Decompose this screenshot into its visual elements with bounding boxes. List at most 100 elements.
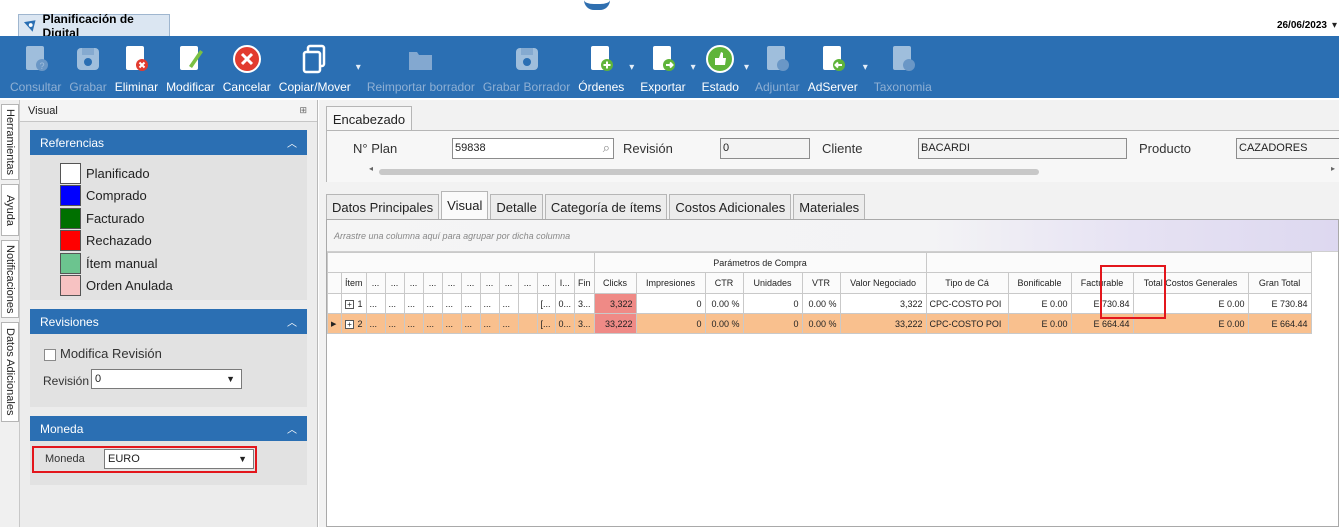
tab-datos-principales[interactable]: Datos Principales xyxy=(326,194,440,219)
column-header[interactable]: Clicks xyxy=(593,272,637,294)
column-header[interactable]: ... xyxy=(384,272,405,294)
side-tab-herramientas[interactable]: Herramientas xyxy=(1,104,19,180)
tab-categoría-de-ítems[interactable]: Categoría de ítems xyxy=(544,194,668,219)
tab-detalle[interactable]: Detalle xyxy=(490,194,543,219)
chevron-down-icon[interactable]: ▾ xyxy=(629,62,634,73)
tab-materiales[interactable]: Materiales xyxy=(793,194,866,219)
toolbar-button-copiar-mover[interactable]: Copiar/Mover ▾ xyxy=(275,36,361,98)
doc-attach-icon xyxy=(767,46,790,71)
referencias-header[interactable]: Referencias ︿ xyxy=(30,130,307,155)
tab-visual[interactable]: Visual xyxy=(441,191,489,219)
toolbar-button-adjuntar[interactable]: Adjuntar xyxy=(751,36,804,98)
scroll-left-icon[interactable]: ◂ xyxy=(369,164,373,173)
scrollbar-thumb[interactable] xyxy=(379,169,1039,175)
svg-text:?: ? xyxy=(39,61,44,71)
moneda-title: Moneda xyxy=(40,421,84,436)
column-header[interactable]: ... xyxy=(479,272,500,294)
left-panel-title: Visual xyxy=(28,104,58,117)
item-cell[interactable]: +2 xyxy=(341,313,367,334)
toolbar-button-grabar[interactable]: Grabar xyxy=(65,36,110,98)
legend-label: Planificado xyxy=(86,165,150,181)
column-header[interactable]: Unidades xyxy=(742,272,803,294)
item-cell[interactable]: +1 xyxy=(341,293,367,314)
tab-encabezado[interactable]: Encabezado xyxy=(326,106,412,131)
column-header[interactable]: ... xyxy=(441,272,462,294)
collapse-icon[interactable]: ︿ xyxy=(287,314,297,329)
toolbar-button-exportar[interactable]: Exportar ▾ xyxy=(636,36,696,98)
document-tab[interactable]: Planificación de Digital xyxy=(18,12,170,40)
search-icon[interactable]: ⌕ xyxy=(603,140,610,156)
column-header[interactable]: ... xyxy=(460,272,481,294)
item-number: 2 xyxy=(357,318,363,329)
nplan-label: N° Plan xyxy=(353,141,398,156)
toolbar-button-label: Adjuntar xyxy=(754,80,800,94)
column-header[interactable]: VTR xyxy=(801,272,841,294)
valor-negociado-cell: 3,322 xyxy=(839,293,927,314)
toolbar-button-label: Estado xyxy=(701,80,739,94)
toolbar-button-reimportar-borrador[interactable]: Reimportar borrador xyxy=(363,36,479,98)
toolbar-button-estado[interactable]: Estado ▾ xyxy=(698,36,749,98)
horizontal-scrollbar[interactable]: ◂ ▸ xyxy=(369,164,1335,177)
side-tab-ayuda[interactable]: Ayuda xyxy=(1,184,19,236)
toolbar-button-eliminar[interactable]: Eliminar xyxy=(111,36,162,98)
pin-icon[interactable]: ⊞ xyxy=(299,105,307,116)
toolbar-button-adserver[interactable]: AdServer ▾ xyxy=(804,36,868,98)
impresiones-cell: 0 xyxy=(635,293,706,314)
grid-cell: 0... xyxy=(554,293,576,314)
nplan-field[interactable]: 59838 ⌕ xyxy=(452,138,614,159)
app-logo-icon xyxy=(23,19,36,32)
collapse-icon[interactable]: ︿ xyxy=(287,135,297,150)
column-header[interactable]: Tipo de Cá xyxy=(925,272,1009,294)
column-header[interactable]: Valor Negociado xyxy=(839,272,927,294)
chevron-down-icon[interactable]: ▾ xyxy=(744,62,749,73)
column-header[interactable]: ... xyxy=(403,272,424,294)
legend-swatch xyxy=(60,207,81,229)
row-indicator[interactable]: ▶ xyxy=(327,313,342,334)
toolbar-button-label: Taxonomia xyxy=(873,80,932,94)
revisiones-header[interactable]: Revisiones ︿ xyxy=(30,309,307,334)
column-header[interactable]: CTR xyxy=(704,272,744,294)
toolbar-button-taxonomia[interactable]: Taxonomia xyxy=(870,36,936,98)
cliente-label: Cliente xyxy=(822,141,863,156)
column-header[interactable]: Ítem xyxy=(341,272,367,294)
grid-cell: ... xyxy=(498,313,519,334)
group-by-bar[interactable]: Arrastre una columna aquí para agrupar p… xyxy=(327,220,1338,252)
column-header[interactable]: Impresiones xyxy=(635,272,706,294)
column-header[interactable]: ... xyxy=(517,272,538,294)
moneda-header[interactable]: Moneda ︿ xyxy=(30,416,307,441)
toolbar-button-grabar-borrador[interactable]: Grabar Borrador xyxy=(479,36,574,98)
toolbar-button-cancelar[interactable]: Cancelar xyxy=(219,36,275,98)
column-header[interactable]: Fin xyxy=(574,272,595,294)
toolbar-button-órdenes[interactable]: Órdenes ▾ xyxy=(574,36,634,98)
expand-icon[interactable]: + xyxy=(345,299,354,309)
checkbox-box[interactable] xyxy=(44,348,56,361)
tipo-cambio-cell: CPC-COSTO POI xyxy=(925,293,1009,314)
revision-header-field: 0 xyxy=(720,138,810,159)
column-header[interactable]: ... xyxy=(536,272,556,294)
column-header[interactable]: ... xyxy=(498,272,519,294)
scroll-right-icon[interactable]: ▸ xyxy=(1331,164,1335,173)
side-tab-datos-adicionales[interactable]: Datos Adicionales xyxy=(1,322,19,422)
expand-icon[interactable]: + xyxy=(345,319,354,329)
toolbar-button-label: Copiar/Mover xyxy=(278,80,351,94)
column-header[interactable]: ... xyxy=(422,272,443,294)
row-indicator[interactable] xyxy=(327,293,342,314)
clicks-cell: 3,322 xyxy=(593,293,637,314)
column-header[interactable]: ... xyxy=(365,272,386,294)
toolbar-button-consultar[interactable]: ? Consultar xyxy=(6,36,65,98)
column-header[interactable]: Bonificable xyxy=(1007,272,1072,294)
revision-select[interactable]: 0 ▼ xyxy=(91,369,242,389)
column-header[interactable]: Gran Total xyxy=(1247,272,1312,294)
chevron-down-icon[interactable]: ▾ xyxy=(1332,20,1337,31)
side-tab-label: Herramientas xyxy=(4,108,16,176)
collapse-icon[interactable]: ︿ xyxy=(287,421,297,436)
side-tab-notificaciones[interactable]: Notificaciones xyxy=(1,240,19,318)
column-header[interactable]: I... xyxy=(554,272,576,294)
chevron-down-icon[interactable]: ▾ xyxy=(691,62,696,73)
chevron-down-icon[interactable]: ▾ xyxy=(356,62,361,73)
tab-costos-adicionales[interactable]: Costos Adicionales xyxy=(669,194,792,219)
chevron-down-icon[interactable]: ▼ xyxy=(226,374,235,384)
toolbar-button-modificar[interactable]: Modificar xyxy=(162,36,219,98)
modifica-revision-checkbox[interactable]: Modifica Revisión xyxy=(44,346,162,361)
chevron-down-icon[interactable]: ▾ xyxy=(863,62,868,73)
